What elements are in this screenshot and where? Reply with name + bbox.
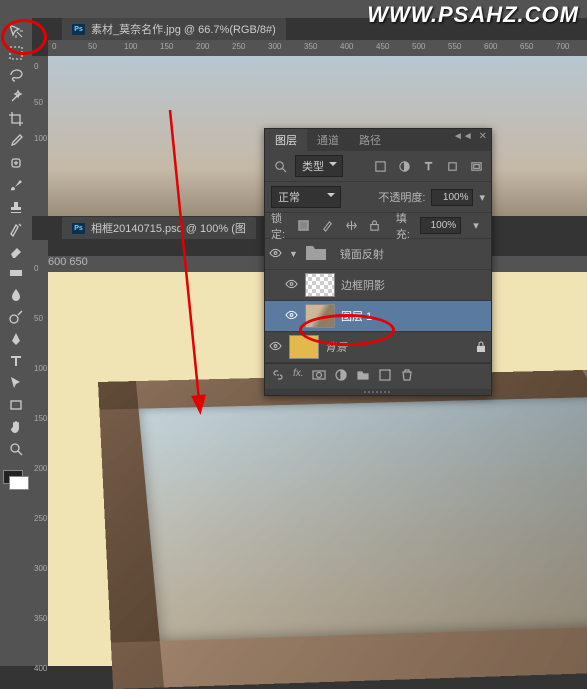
panel-collapse-icon[interactable]: ◄◄ <box>453 131 473 142</box>
document-tab-1[interactable]: Ps素材_莫奈名作.jpg @ 66.7%(RGB/8#) <box>62 18 286 40</box>
layer-name: 图层 1 <box>341 308 372 324</box>
layer-fx-icon[interactable]: fx. <box>293 368 304 385</box>
layer-row-selected[interactable]: 图层 1 <box>265 301 491 332</box>
filter-shape-icon[interactable] <box>443 158 461 174</box>
marquee-tool[interactable] <box>3 42 29 64</box>
doc1-title: 素材_莫奈名作.jpg @ 66.7%(RGB/8#) <box>91 21 276 37</box>
panel-resize-grip[interactable] <box>265 389 491 395</box>
layer-name: 镜面反射 <box>340 246 384 262</box>
group-arrow-icon[interactable]: ▼ <box>289 249 298 259</box>
layer-thumb <box>289 335 319 359</box>
visibility-icon[interactable] <box>285 279 299 292</box>
visibility-icon[interactable] <box>285 310 299 323</box>
filter-type-select[interactable]: 类型 <box>295 155 343 177</box>
filter-pixel-icon[interactable] <box>371 158 389 174</box>
tab-paths[interactable]: 路径 <box>349 129 391 151</box>
stamp-tool[interactable] <box>3 196 29 218</box>
folder-thumb <box>304 242 334 266</box>
gradient-tool[interactable] <box>3 262 29 284</box>
lock-move-icon[interactable] <box>342 218 360 234</box>
zoom-tool[interactable] <box>3 438 29 460</box>
fill-value[interactable]: 100% <box>420 217 462 234</box>
chevron-down-icon[interactable]: ▾ <box>467 218 485 234</box>
lock-transparent-icon[interactable] <box>295 218 313 234</box>
layer-row-background[interactable]: 背景 <box>265 332 491 363</box>
visibility-icon[interactable] <box>269 341 283 354</box>
opacity-label: 不透明度: <box>378 189 425 205</box>
hand-tool[interactable] <box>3 416 29 438</box>
tab-layers[interactable]: 图层 <box>265 129 307 151</box>
layers-panel: 图层 通道 路径 ◄◄ ✕ 类型 正常 不透明度: 100% ▾ 锁定: 填充:… <box>264 128 492 396</box>
layer-thumb <box>305 304 335 328</box>
type-tool[interactable] <box>3 350 29 372</box>
pen-tool[interactable] <box>3 328 29 350</box>
filter-search-icon[interactable] <box>271 158 289 174</box>
history-brush-tool[interactable] <box>3 218 29 240</box>
lock-brush-icon[interactable] <box>319 218 337 234</box>
chevron-down-icon[interactable]: ▾ <box>479 191 485 204</box>
lock-all-icon[interactable] <box>366 218 384 234</box>
ruler-horizontal-1: 0 50 100 150 200 250 300 350 400 450 500… <box>48 40 587 56</box>
link-layers-icon[interactable] <box>271 368 285 385</box>
filter-type-icon[interactable] <box>419 158 437 174</box>
adjust-layer-icon[interactable] <box>334 368 348 385</box>
blend-mode-select[interactable]: 正常 <box>271 186 341 208</box>
eyedropper-tool[interactable] <box>3 130 29 152</box>
opacity-value[interactable]: 100% <box>431 189 473 206</box>
crop-tool[interactable] <box>3 108 29 130</box>
blur-tool[interactable] <box>3 284 29 306</box>
doc2-title: 相框20140715.psd @ 100% (图 <box>91 220 246 236</box>
filter-adjust-icon[interactable] <box>395 158 413 174</box>
rectangle-tool[interactable] <box>3 394 29 416</box>
visibility-icon[interactable] <box>269 248 283 261</box>
fill-label: 填充: <box>396 218 414 234</box>
new-layer-icon[interactable] <box>378 368 392 385</box>
filter-smart-icon[interactable] <box>467 158 485 174</box>
layer-name: 边框阴影 <box>341 277 385 293</box>
tool-palette <box>0 18 32 666</box>
new-group-icon[interactable] <box>356 368 370 385</box>
ruler-vertical-2: 0 50 100 150 200 250 300 350 400 <box>32 240 48 666</box>
lock-icon <box>475 341 487 353</box>
lock-label: 锁定: <box>271 218 289 234</box>
path-select-tool[interactable] <box>3 372 29 394</box>
eraser-tool[interactable] <box>3 240 29 262</box>
wand-tool[interactable] <box>3 86 29 108</box>
move-tool[interactable] <box>3 20 29 42</box>
layer-name: 背景 <box>325 339 347 355</box>
layer-thumb <box>305 273 335 297</box>
layer-row[interactable]: 边框阴影 <box>265 270 491 301</box>
layer-mask-icon[interactable] <box>312 368 326 385</box>
picture-frame <box>98 369 587 689</box>
brush-tool[interactable] <box>3 174 29 196</box>
lasso-tool[interactable] <box>3 64 29 86</box>
background-swatch[interactable] <box>9 476 29 490</box>
tab-channels[interactable]: 通道 <box>307 129 349 151</box>
watermark-text: WWW.PSAHZ.COM <box>367 2 579 28</box>
delete-layer-icon[interactable] <box>400 368 414 385</box>
panel-close-icon[interactable]: ✕ <box>479 131 487 142</box>
dodge-tool[interactable] <box>3 306 29 328</box>
layer-group-row[interactable]: ▼ 镜面反射 <box>265 239 491 270</box>
heal-tool[interactable] <box>3 152 29 174</box>
document-tab-2[interactable]: Ps相框20140715.psd @ 100% (图 <box>62 217 256 239</box>
